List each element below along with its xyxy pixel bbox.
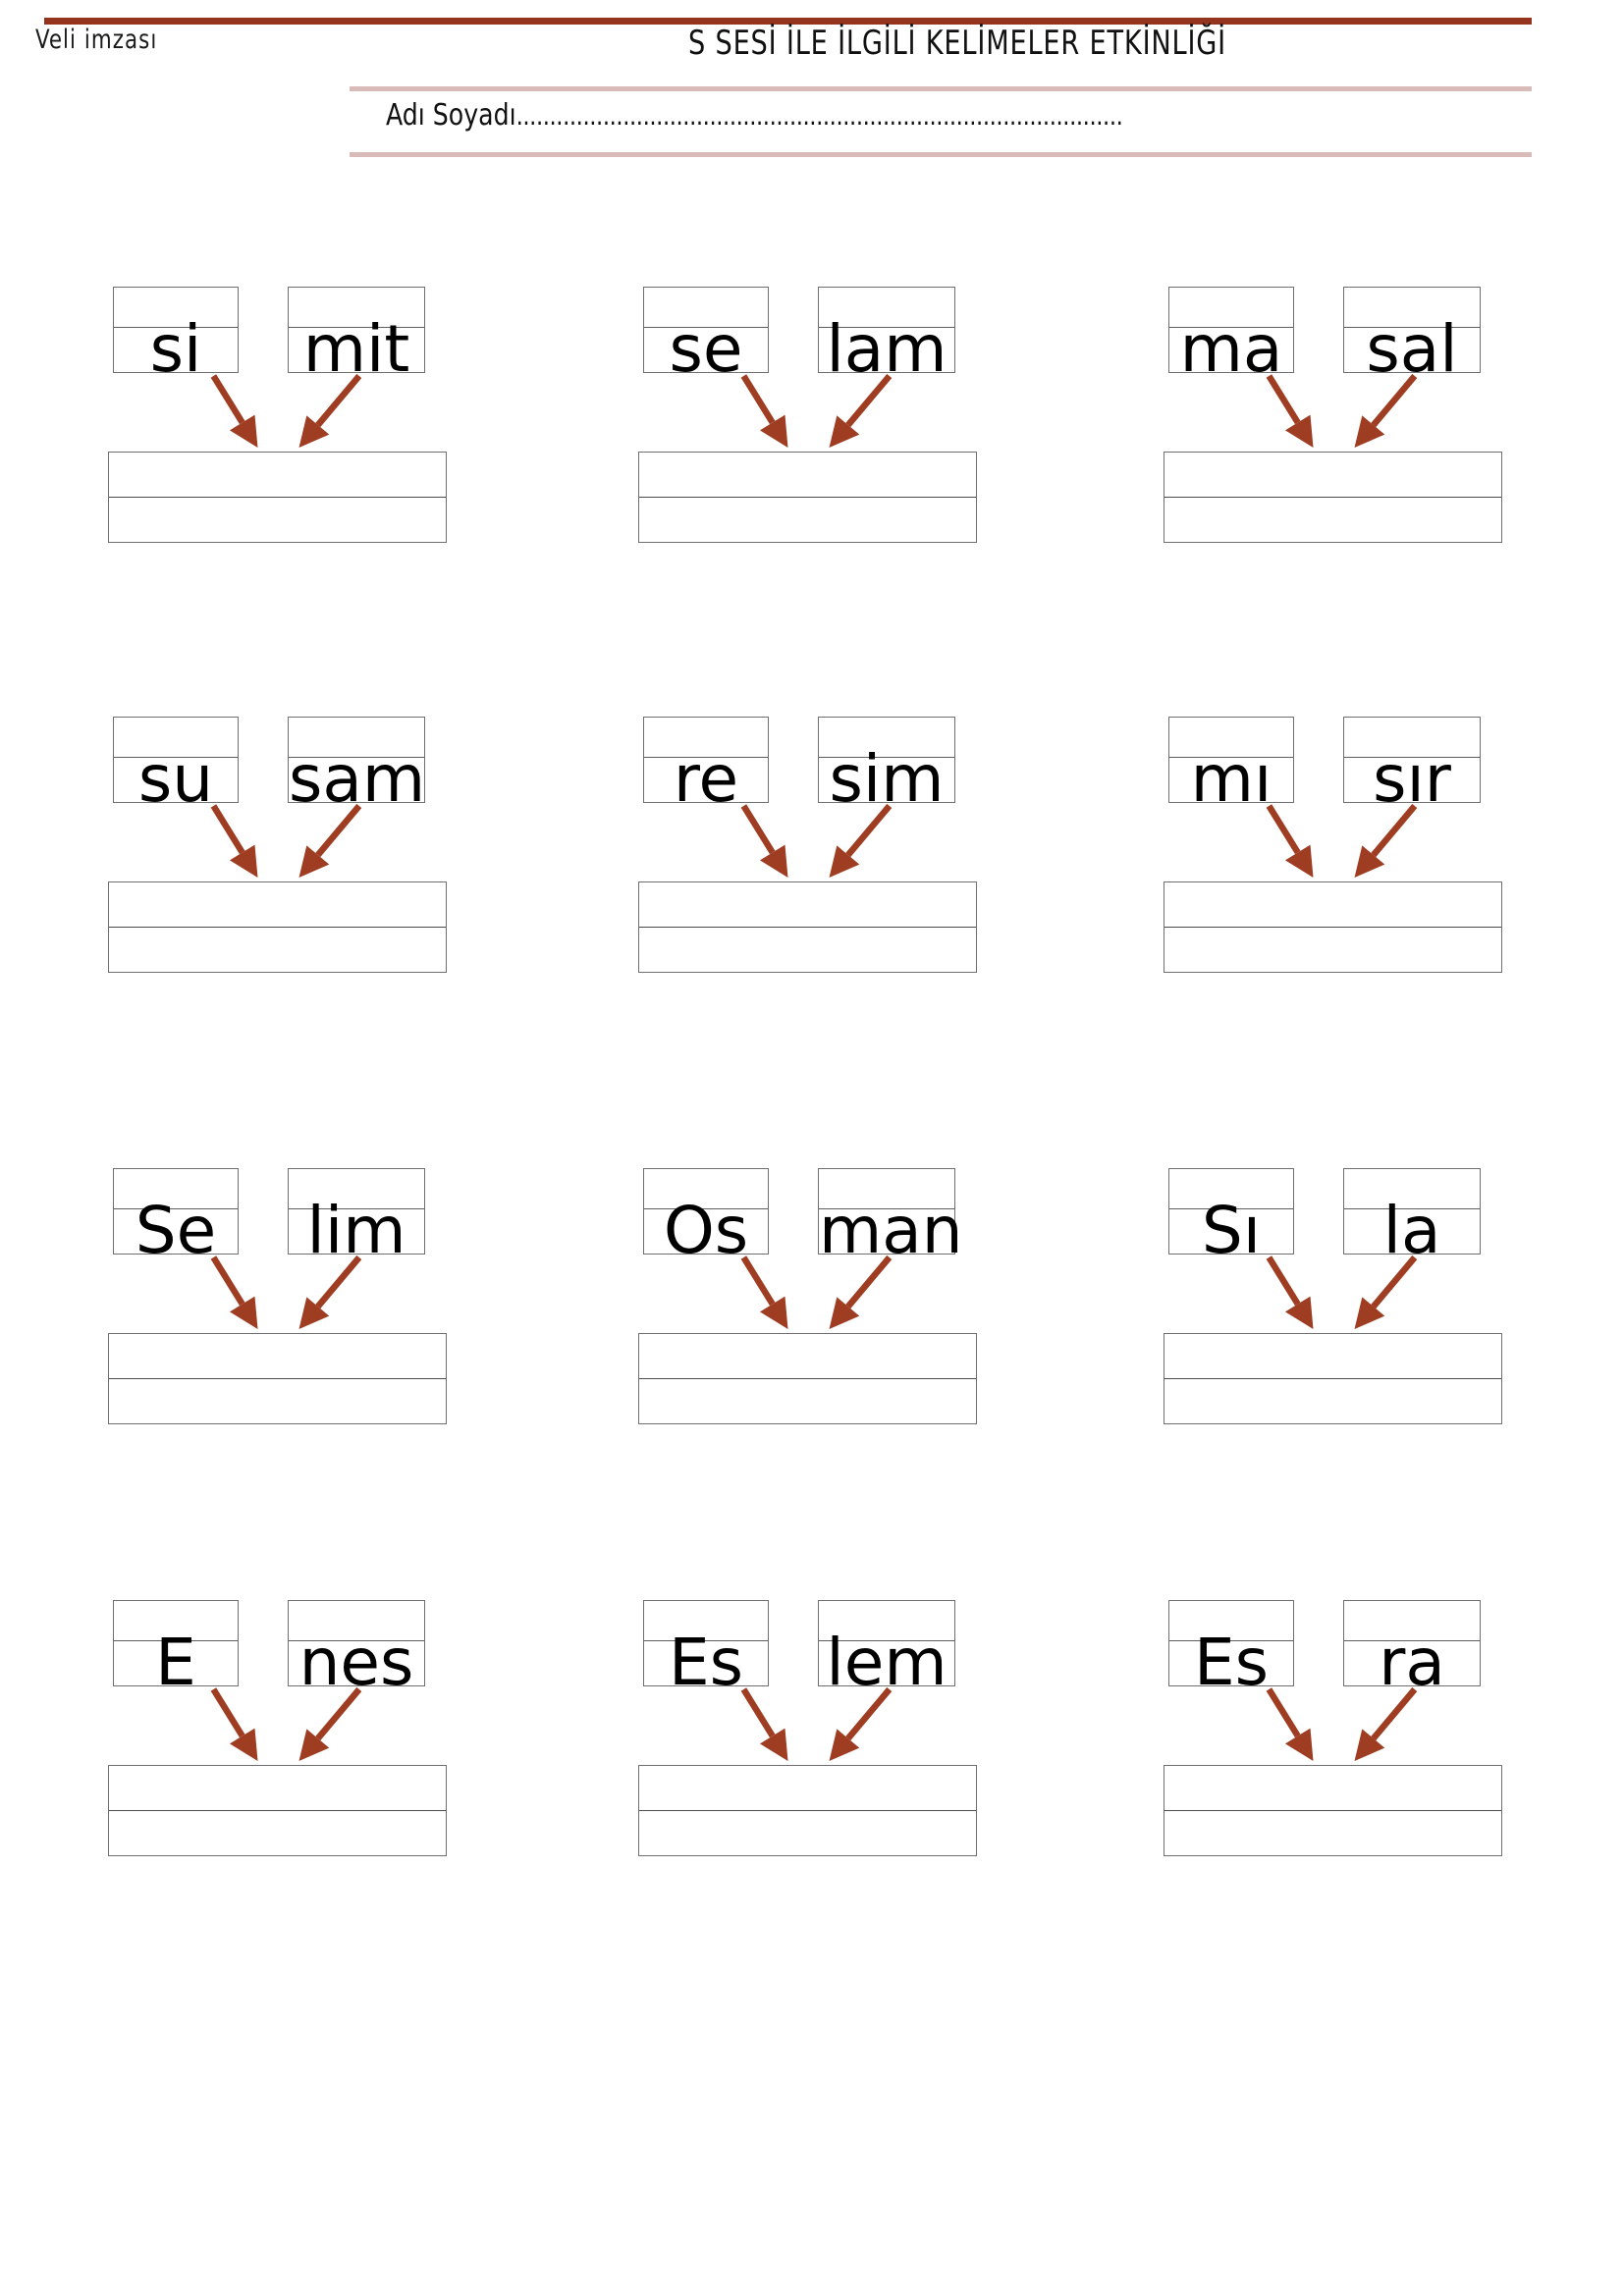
exercise-grid: si mit se lam ma sal su sam re sim mı sır Se lim Os man… [0,0,1624,2296]
arrow-shaft [1266,1687,1301,1738]
arrow-layer [1266,1686,1418,1761]
arrow-shaft [1371,1686,1418,1741]
